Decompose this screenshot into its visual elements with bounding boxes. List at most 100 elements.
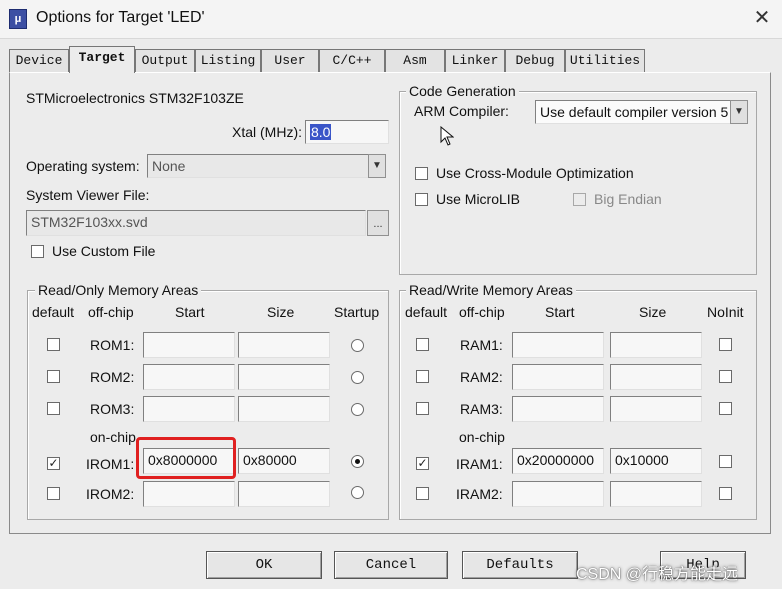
ok-button[interactable]: OK [206, 551, 322, 579]
ram2-label: RAM2: [460, 369, 503, 385]
ram1-label: RAM1: [460, 337, 503, 353]
iram1-start-input[interactable]: 0x20000000 [512, 448, 604, 474]
read-only-memory-title: Read/Only Memory Areas [35, 282, 202, 298]
use-custom-file-label: Use Custom File [52, 243, 156, 259]
ram1-size-input[interactable] [610, 332, 702, 358]
xtal-value: 8.0 [310, 124, 332, 140]
rom3-start-input[interactable] [143, 396, 235, 422]
tab-output[interactable]: Output [135, 49, 195, 72]
rom1-startup-radio[interactable] [351, 339, 364, 352]
use-custom-file-checkbox[interactable] [31, 245, 44, 258]
xtal-input[interactable]: 8.0 [305, 120, 389, 144]
ram2-default-checkbox[interactable] [416, 370, 429, 383]
irom2-startup-radio[interactable] [351, 486, 364, 499]
iram1-default-checkbox[interactable]: ✓ [416, 457, 429, 470]
rom1-label: ROM1: [90, 337, 135, 353]
ram-header-noinit: NoInit [707, 304, 744, 320]
irom1-default-checkbox[interactable]: ✓ [47, 457, 60, 470]
irom1-size-input[interactable]: 0x80000 [238, 448, 330, 474]
rom1-size-input[interactable] [238, 332, 330, 358]
use-microlib-label: Use MicroLIB [436, 191, 521, 207]
watermark: CSDN @行稳方能走远 [576, 566, 739, 583]
ram-header-default: default [405, 304, 448, 320]
irom2-size-input[interactable] [238, 481, 330, 507]
ram2-noinit-checkbox[interactable] [719, 370, 732, 383]
tab-debug[interactable]: Debug [505, 49, 565, 72]
iram1-size-input[interactable]: 0x10000 [610, 448, 702, 474]
ram3-default-checkbox[interactable] [416, 402, 429, 415]
iram2-default-checkbox[interactable] [416, 487, 429, 500]
big-endian-checkbox[interactable] [573, 193, 586, 206]
ram3-label: RAM3: [460, 401, 503, 417]
iram1-noinit-checkbox[interactable] [719, 455, 732, 468]
rom-header-default: default [32, 304, 75, 320]
irom2-label: IROM2: [86, 486, 135, 502]
tab-device[interactable]: Device [9, 49, 69, 72]
rom2-label: ROM2: [90, 369, 135, 385]
svf-browse-button[interactable]: ... [367, 210, 389, 236]
rom3-size-input[interactable] [238, 396, 330, 422]
compiler-dropdown-chevron-down-icon[interactable]: ▼ [730, 100, 748, 124]
arm-compiler-label: ARM Compiler: [414, 103, 509, 119]
irom2-start-input[interactable] [143, 481, 235, 507]
mouse-cursor-icon [440, 126, 454, 146]
rom-header-size: Size [267, 304, 295, 320]
rom2-start-input[interactable] [143, 364, 235, 390]
code-generation-title: Code Generation [406, 83, 519, 99]
os-dropdown-chevron-down-icon[interactable]: ▼ [368, 154, 386, 178]
use-microlib-checkbox[interactable] [415, 193, 428, 206]
ram-onchip-label: on-chip [459, 429, 505, 445]
ram3-size-input[interactable] [610, 396, 702, 422]
cross-module-optimization-checkbox[interactable] [415, 167, 428, 180]
ram2-size-input[interactable] [610, 364, 702, 390]
iram1-label: IRAM1: [456, 456, 503, 472]
cross-module-optimization-label: Use Cross-Module Optimization [436, 165, 634, 181]
arm-compiler-select[interactable]: Use default compiler version 5 [535, 100, 731, 124]
rom2-default-checkbox[interactable] [47, 370, 60, 383]
iram2-start-input[interactable] [512, 481, 604, 507]
tab-c-cpp[interactable]: C/C++ [319, 49, 385, 72]
read-write-memory-title: Read/Write Memory Areas [406, 282, 576, 298]
ram1-start-input[interactable] [512, 332, 604, 358]
rom-onchip-label: on-chip [90, 429, 136, 445]
rom1-start-input[interactable] [143, 332, 235, 358]
tab-asm[interactable]: Asm [385, 49, 445, 72]
svf-label: System Viewer File: [26, 187, 150, 203]
irom1-label: IROM1: [86, 456, 135, 472]
cancel-button[interactable]: Cancel [334, 551, 448, 579]
iram2-size-input[interactable] [610, 481, 702, 507]
irom2-default-checkbox[interactable] [47, 487, 60, 500]
highlight-box [136, 437, 236, 479]
iram2-label: IRAM2: [456, 486, 503, 502]
irom1-startup-radio[interactable] [351, 455, 364, 468]
ram-header-offchip: off-chip [459, 304, 505, 320]
rom3-default-checkbox[interactable] [47, 402, 60, 415]
ram-header-size: Size [639, 304, 667, 320]
ram3-start-input[interactable] [512, 396, 604, 422]
xtal-label: Xtal (MHz): [232, 124, 302, 140]
ram1-noinit-checkbox[interactable] [719, 338, 732, 351]
rom-header-start: Start [175, 304, 205, 320]
ram3-noinit-checkbox[interactable] [719, 402, 732, 415]
window-title: Options for Target 'LED' [36, 9, 205, 26]
tab-target[interactable]: Target [69, 46, 135, 73]
ram-header-start: Start [545, 304, 575, 320]
defaults-button[interactable]: Defaults [462, 551, 578, 579]
os-select[interactable]: None [147, 154, 369, 178]
tab-linker[interactable]: Linker [445, 49, 505, 72]
rom3-startup-radio[interactable] [351, 403, 364, 416]
rom2-startup-radio[interactable] [351, 371, 364, 384]
rom2-size-input[interactable] [238, 364, 330, 390]
close-icon[interactable]: ✕ [748, 4, 776, 32]
tab-utilities[interactable]: Utilities [565, 49, 645, 72]
iram2-noinit-checkbox[interactable] [719, 487, 732, 500]
app-icon: μ [9, 9, 27, 29]
ram1-default-checkbox[interactable] [416, 338, 429, 351]
tab-listing[interactable]: Listing [195, 49, 261, 72]
svf-input[interactable]: STM32F103xx.svd [26, 210, 366, 236]
big-endian-label: Big Endian [594, 191, 662, 207]
ram2-start-input[interactable] [512, 364, 604, 390]
rom1-default-checkbox[interactable] [47, 338, 60, 351]
tab-user[interactable]: User [261, 49, 319, 72]
rom-header-startup: Startup [334, 304, 380, 320]
